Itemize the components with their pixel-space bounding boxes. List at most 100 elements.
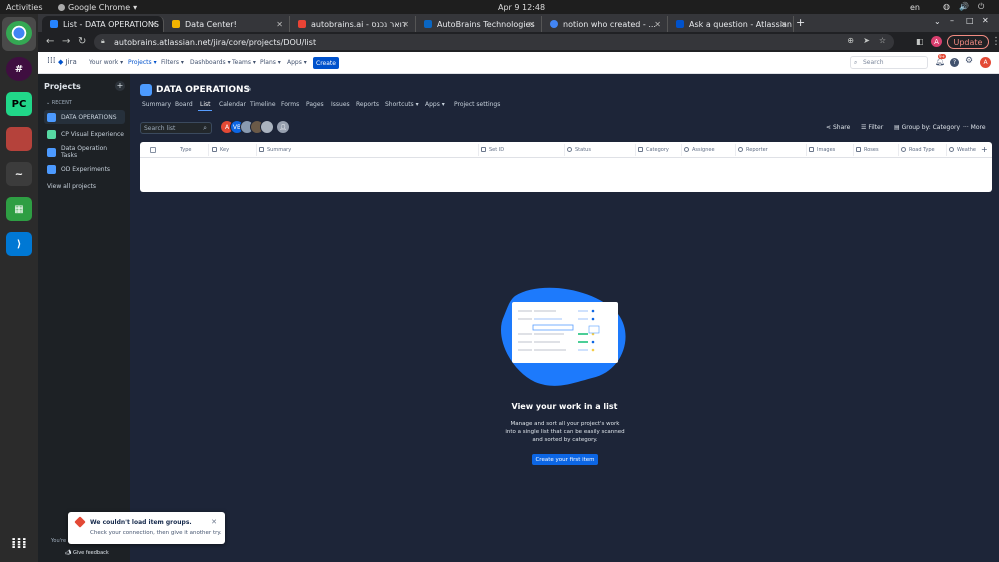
- bookmark-star-icon[interactable]: ☆: [879, 36, 886, 45]
- close-icon[interactable]: ✕: [211, 518, 217, 526]
- column-header-key[interactable]: Key: [212, 147, 229, 153]
- close-icon[interactable]: ✕: [654, 20, 661, 29]
- column-header-type[interactable]: Type: [180, 147, 191, 153]
- list-search-input[interactable]: Search list ⌕: [140, 122, 212, 134]
- app-switcher-icon[interactable]: ⁞⁞⁞: [47, 56, 56, 66]
- close-icon[interactable]: ✕: [528, 20, 535, 29]
- tab-calendar[interactable]: Calendar: [219, 101, 246, 108]
- tab-board[interactable]: Board: [175, 101, 193, 108]
- new-tab-button[interactable]: +: [796, 16, 805, 29]
- vscode-dock-icon[interactable]: ⟩: [6, 232, 32, 256]
- system-monitor-dock-icon[interactable]: ~: [6, 162, 32, 186]
- minimize-icon[interactable]: –: [950, 16, 954, 25]
- close-icon[interactable]: ✕: [780, 20, 787, 29]
- filter-button[interactable]: ☰ Filter: [861, 124, 883, 131]
- application-dock: # PC ~ ▦ ⟩ ⁞⁞⁞: [0, 14, 38, 562]
- column-header-images[interactable]: Images: [809, 147, 835, 153]
- column-header-weather[interactable]: Weathe: [949, 147, 976, 153]
- browser-tab-autobrains[interactable]: AutoBrains Technologies ✕: [416, 16, 542, 32]
- add-people-avatar[interactable]: 👤︎: [276, 120, 290, 134]
- tab-search-icon[interactable]: ⌄: [934, 17, 941, 26]
- group-by-button[interactable]: ▤ Group by: Category: [894, 124, 960, 131]
- app-grid-icon[interactable]: ⁞⁞⁞: [6, 532, 32, 556]
- profile-avatar[interactable]: A: [931, 36, 942, 47]
- browser-tab-atlassian-question[interactable]: Ask a question - Atlassian ✕: [668, 16, 794, 32]
- clock[interactable]: Apr 9 12:48: [498, 3, 545, 12]
- app-menu[interactable]: Google Chrome ▾: [58, 3, 137, 12]
- tab-list[interactable]: List: [200, 101, 211, 108]
- nav-plans[interactable]: Plans ▾: [260, 59, 281, 66]
- tab-apps[interactable]: Apps ▾: [425, 101, 445, 108]
- share-button[interactable]: ⋖ Share: [826, 124, 850, 131]
- jira-logo[interactable]: ◆ Jira: [58, 58, 77, 66]
- nav-filters[interactable]: Filters ▾: [161, 59, 184, 66]
- give-feedback-link[interactable]: 📣︎ Give feedback: [65, 550, 109, 556]
- chrome-dock-icon[interactable]: [6, 21, 32, 45]
- browser-tab-gmail[interactable]: autobrains.ai - דואר נכנס ✕: [290, 16, 416, 32]
- close-icon[interactable]: ✕: [402, 20, 409, 29]
- tab-shortcuts[interactable]: Shortcuts ▾: [385, 101, 419, 108]
- tab-pages[interactable]: Pages: [306, 101, 324, 108]
- address-bar[interactable]: 🔒︎ autobrains.atlassian.net/jira/core/pr…: [94, 34, 894, 50]
- system-tray[interactable]: ◍ 🔊 ⏻: [943, 2, 984, 12]
- browser-tab-data-center[interactable]: Data Center! ✕: [164, 16, 290, 32]
- add-column-icon[interactable]: +: [981, 145, 988, 154]
- maximize-icon[interactable]: □: [966, 16, 974, 25]
- zoom-icon[interactable]: ⊕: [847, 36, 854, 45]
- files-dock-icon[interactable]: [6, 127, 32, 151]
- nav-your-work[interactable]: Your work ▾: [89, 59, 123, 66]
- add-project-icon[interactable]: +: [115, 81, 125, 91]
- project-edit-icon[interactable]: ✎: [246, 85, 252, 93]
- browser-tab-google-search[interactable]: notion who created - ... ✕: [542, 16, 668, 32]
- column-header-assignee[interactable]: Assignee: [684, 147, 715, 153]
- tab-forms[interactable]: Forms: [281, 101, 299, 108]
- nav-teams[interactable]: Teams ▾: [232, 59, 256, 66]
- nav-dashboards[interactable]: Dashboards ▾: [190, 59, 231, 66]
- select-all-checkbox[interactable]: [150, 147, 156, 153]
- jira-search-input[interactable]: ⌕ Search: [850, 56, 928, 69]
- tab-issues[interactable]: Issues: [331, 101, 350, 108]
- reload-icon[interactable]: ↻: [78, 36, 86, 47]
- tab-project-settings[interactable]: Project settings: [454, 101, 500, 108]
- pycharm-dock-icon[interactable]: PC: [6, 92, 32, 116]
- close-window-icon[interactable]: ✕: [982, 16, 989, 25]
- column-header-status[interactable]: Status: [567, 147, 591, 153]
- side-panel-icon[interactable]: ◧: [916, 37, 924, 46]
- recent-section-header[interactable]: ⌄ RECENT: [46, 100, 72, 106]
- help-icon[interactable]: ?: [950, 58, 959, 67]
- browser-tab-jira-list[interactable]: List - DATA OPERATIONS ✕: [42, 16, 164, 32]
- column-header-summary[interactable]: Summary: [259, 147, 291, 153]
- spreadsheet-dock-icon[interactable]: ▦: [6, 197, 32, 221]
- column-header-road-type[interactable]: Road Type: [901, 147, 935, 153]
- forward-icon[interactable]: →: [62, 36, 70, 47]
- create-button[interactable]: Create: [313, 57, 339, 69]
- close-icon[interactable]: ✕: [150, 20, 157, 29]
- update-button[interactable]: Update: [947, 35, 989, 49]
- create-first-item-button[interactable]: Create your first item: [532, 454, 598, 465]
- avatar[interactable]: [260, 120, 274, 134]
- sidebar-item-cp-visual-experience[interactable]: CP Visual Experience: [44, 127, 125, 141]
- nav-projects[interactable]: Projects ▾: [128, 59, 157, 66]
- activities-button[interactable]: Activities: [6, 3, 43, 12]
- sidebar-item-data-operations[interactable]: DATA OPERATIONS: [44, 110, 125, 124]
- more-button[interactable]: ··· More: [963, 124, 986, 131]
- tab-timeline[interactable]: Timeline: [250, 101, 276, 108]
- view-all-projects-link[interactable]: View all projects: [47, 183, 96, 190]
- column-header-set-id[interactable]: Set ID: [481, 147, 504, 153]
- input-language[interactable]: en: [910, 3, 920, 12]
- menu-kebab-icon[interactable]: ⋮: [991, 36, 999, 47]
- tab-reports[interactable]: Reports: [356, 101, 379, 108]
- user-avatar[interactable]: A: [980, 57, 991, 68]
- column-header-category[interactable]: Category: [638, 147, 669, 153]
- close-icon[interactable]: ✕: [276, 20, 283, 29]
- tab-summary[interactable]: Summary: [142, 101, 171, 108]
- send-icon[interactable]: ➤: [863, 36, 870, 45]
- back-icon[interactable]: ←: [46, 36, 54, 47]
- settings-gear-icon[interactable]: ⚙: [965, 56, 973, 66]
- slack-dock-icon[interactable]: #: [6, 57, 32, 81]
- column-header-reporter[interactable]: Reporter: [738, 147, 768, 153]
- sidebar-item-data-operation-tasks[interactable]: Data Operation Tasks: [44, 145, 125, 159]
- sidebar-item-od-experiments[interactable]: OD Experiments: [44, 162, 125, 176]
- nav-apps[interactable]: Apps ▾: [287, 59, 307, 66]
- column-header-roses[interactable]: Roses: [856, 147, 879, 153]
